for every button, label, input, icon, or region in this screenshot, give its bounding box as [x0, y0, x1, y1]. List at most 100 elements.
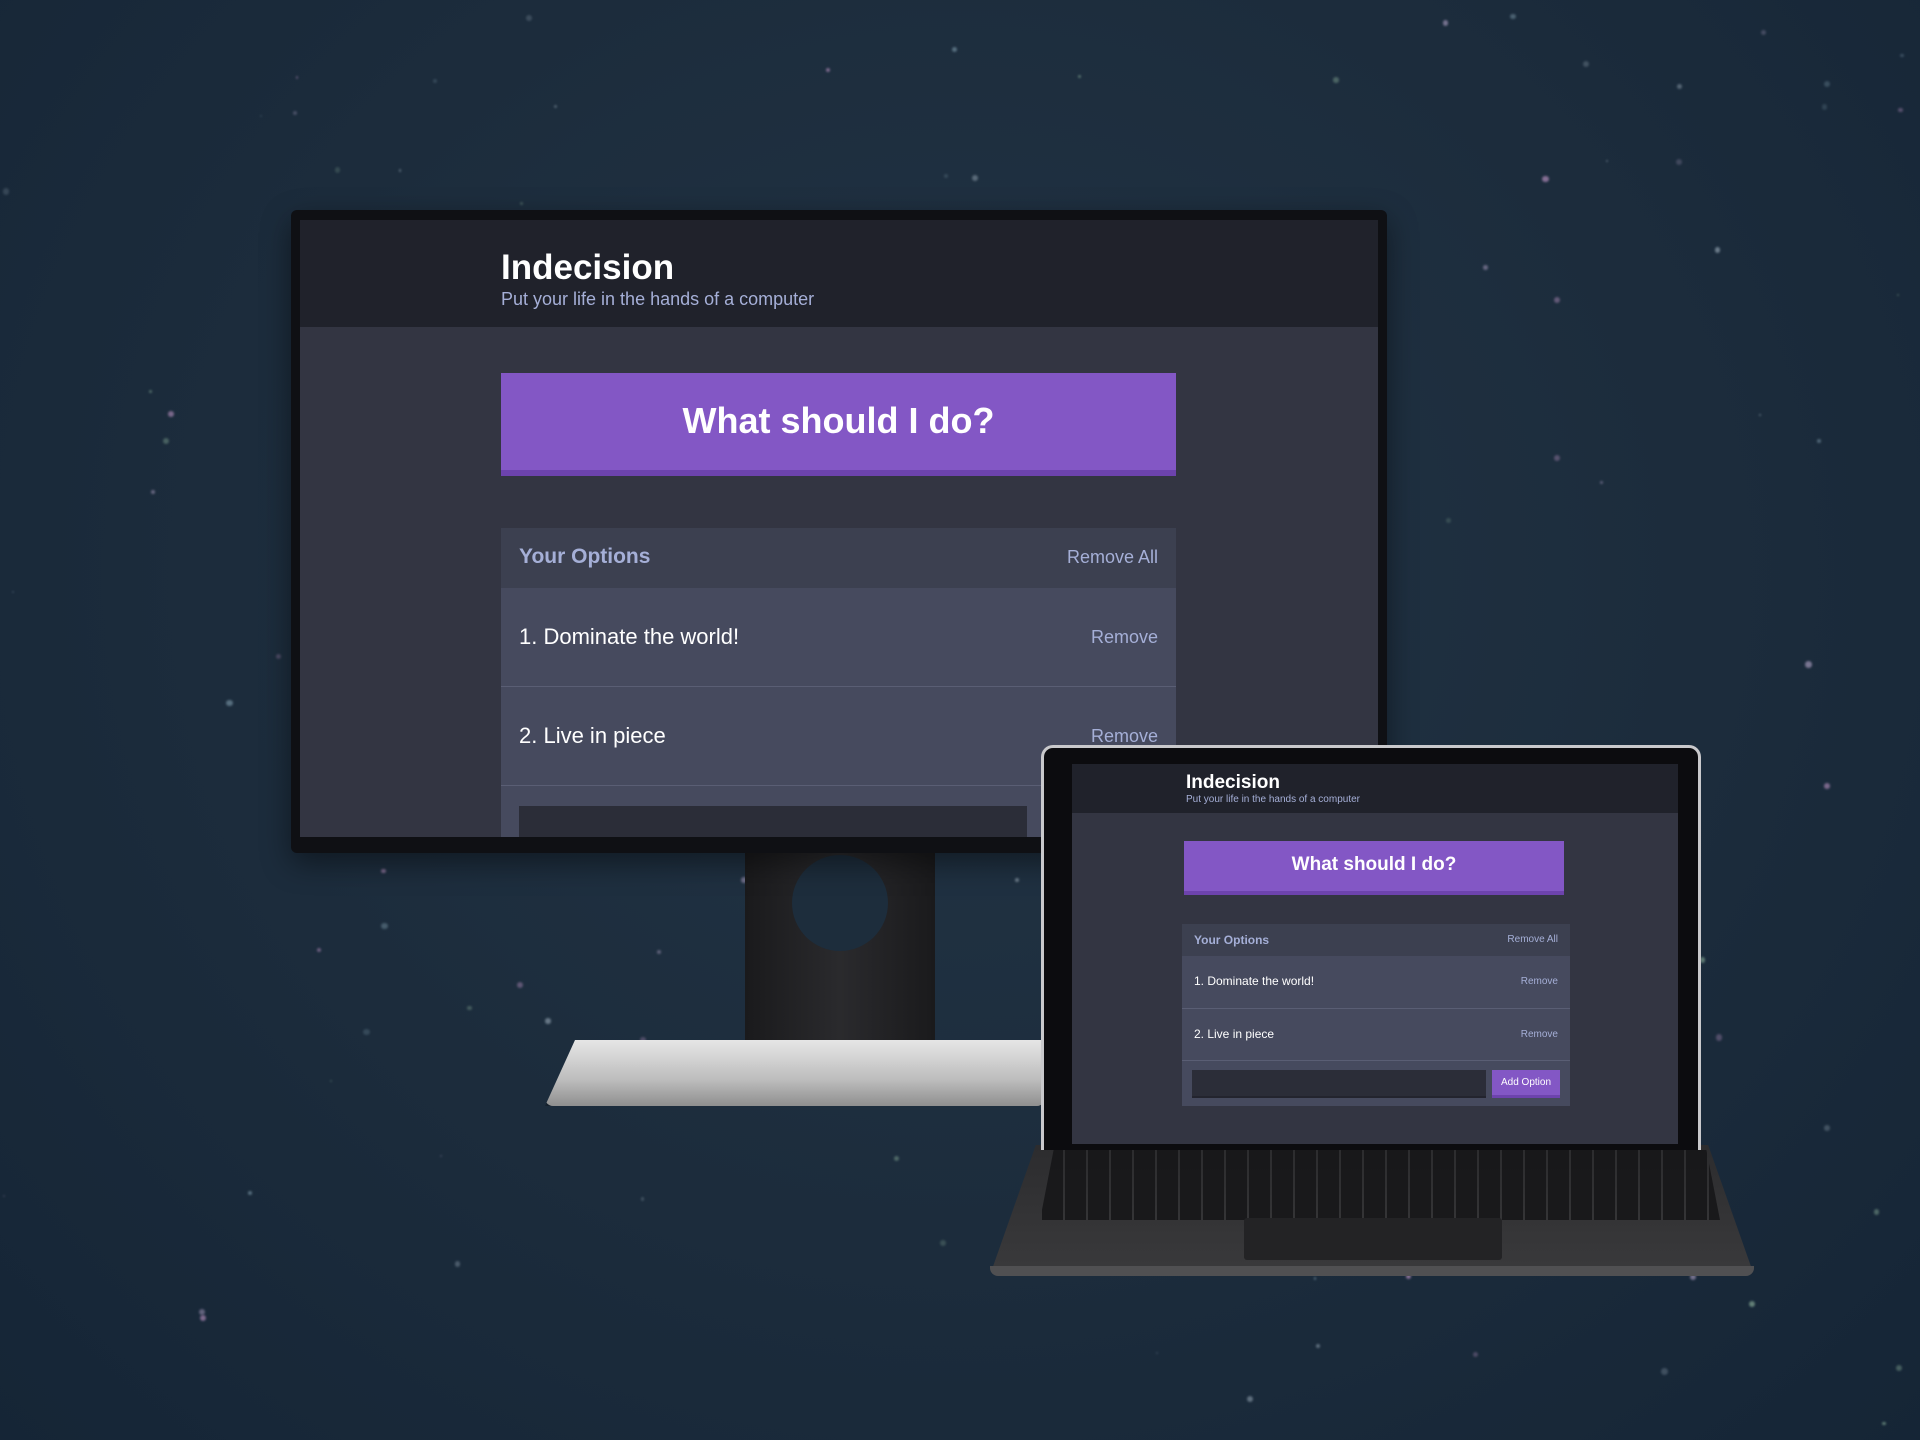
monitor-stand-base	[545, 1040, 1045, 1106]
star	[1676, 83, 1683, 90]
star	[334, 167, 341, 173]
star	[1333, 77, 1339, 83]
remove-option-button[interactable]: Remove	[1521, 1029, 1558, 1040]
star	[1583, 60, 1590, 67]
star	[1816, 438, 1822, 444]
stand-cable-hole	[792, 855, 888, 951]
what-should-i-do-button[interactable]: What should I do?	[1184, 841, 1564, 895]
star	[149, 389, 152, 393]
star	[1714, 247, 1721, 253]
star	[439, 1154, 442, 1158]
star	[951, 46, 958, 53]
star	[519, 201, 524, 205]
star	[1078, 74, 1082, 78]
trackpad	[1244, 1218, 1502, 1260]
remove-option-button[interactable]: Remove	[1521, 976, 1558, 987]
option-text: 1. Dominate the world!	[519, 624, 740, 649]
star	[162, 437, 169, 444]
star	[1246, 1396, 1254, 1403]
star	[516, 981, 524, 989]
star	[467, 1005, 472, 1011]
star	[1315, 1343, 1321, 1349]
options-widget-header: Your Options Remove All	[1182, 924, 1570, 956]
star	[1443, 20, 1449, 26]
star	[1542, 175, 1549, 183]
star	[1553, 296, 1560, 303]
star	[657, 950, 662, 954]
options-widget: Your Options Remove All 1. Dominate the …	[1182, 924, 1570, 1106]
app-title: Indecision	[501, 248, 675, 287]
star	[1473, 1352, 1479, 1358]
star	[1600, 481, 1604, 484]
star	[1823, 80, 1831, 88]
star	[398, 169, 402, 172]
option-text: 2. Live in piece	[519, 723, 666, 748]
star	[151, 490, 156, 494]
remove-all-button[interactable]: Remove All	[1067, 547, 1158, 568]
star	[2, 188, 10, 196]
keyboard-edge	[990, 1266, 1754, 1276]
star	[1676, 158, 1683, 165]
star	[11, 591, 14, 594]
star	[1510, 13, 1516, 20]
star	[944, 174, 949, 179]
add-option-button[interactable]: Add Option	[1492, 1070, 1560, 1098]
star	[381, 868, 386, 874]
star	[199, 1314, 206, 1321]
remove-option-button[interactable]: Remove	[1091, 726, 1158, 747]
star	[1605, 159, 1608, 162]
star	[259, 114, 262, 117]
options-widget-header: Your Options Remove All	[501, 528, 1176, 588]
star	[545, 1018, 551, 1024]
app-header: Indecision Put your life in the hands of…	[1072, 764, 1678, 813]
remove-option-button[interactable]: Remove	[1091, 627, 1158, 648]
star	[329, 1080, 333, 1083]
star	[1882, 1421, 1886, 1426]
app-header: Indecision Put your life in the hands of…	[300, 220, 1378, 327]
star	[1761, 30, 1767, 36]
star	[1900, 53, 1904, 57]
option-divider	[1182, 1008, 1570, 1009]
star	[293, 111, 298, 116]
star	[825, 67, 831, 72]
option-text: 1. Dominate the world!	[1194, 974, 1315, 988]
star	[1483, 265, 1488, 270]
add-option-input[interactable]	[519, 806, 1027, 837]
star	[1748, 1301, 1755, 1308]
star	[1873, 1209, 1880, 1215]
star	[363, 1029, 370, 1036]
star	[1897, 293, 1900, 296]
app-subtitle: Put your life in the hands of a computer	[501, 289, 815, 309]
star	[317, 947, 322, 952]
option-divider	[1182, 1060, 1570, 1061]
option-text: 2. Live in piece	[1194, 1027, 1275, 1041]
star	[1716, 1034, 1723, 1041]
star	[526, 14, 532, 21]
remove-all-button[interactable]: Remove All	[1507, 934, 1558, 945]
star	[1805, 661, 1812, 668]
star	[1821, 103, 1828, 110]
star	[1758, 413, 1761, 416]
star	[1553, 454, 1561, 461]
option-divider	[501, 686, 1176, 687]
add-option-input[interactable]	[1192, 1070, 1486, 1098]
star	[167, 411, 174, 417]
what-should-i-do-button[interactable]: What should I do?	[501, 373, 1176, 476]
star	[1896, 1364, 1903, 1371]
star	[1824, 783, 1830, 789]
star	[433, 78, 438, 83]
star	[1015, 878, 1020, 882]
star	[3, 1195, 6, 1198]
app-subtitle: Put your life in the hands of a computer	[1186, 794, 1360, 805]
star	[893, 1155, 899, 1161]
star	[1446, 518, 1451, 523]
star	[1824, 1125, 1831, 1132]
star	[454, 1261, 461, 1267]
options-title: Your Options	[1194, 933, 1270, 947]
star	[940, 1239, 947, 1246]
star	[275, 653, 281, 659]
star	[381, 922, 388, 930]
app-title: Indecision	[1186, 772, 1280, 793]
star	[553, 104, 558, 109]
star	[295, 75, 299, 79]
